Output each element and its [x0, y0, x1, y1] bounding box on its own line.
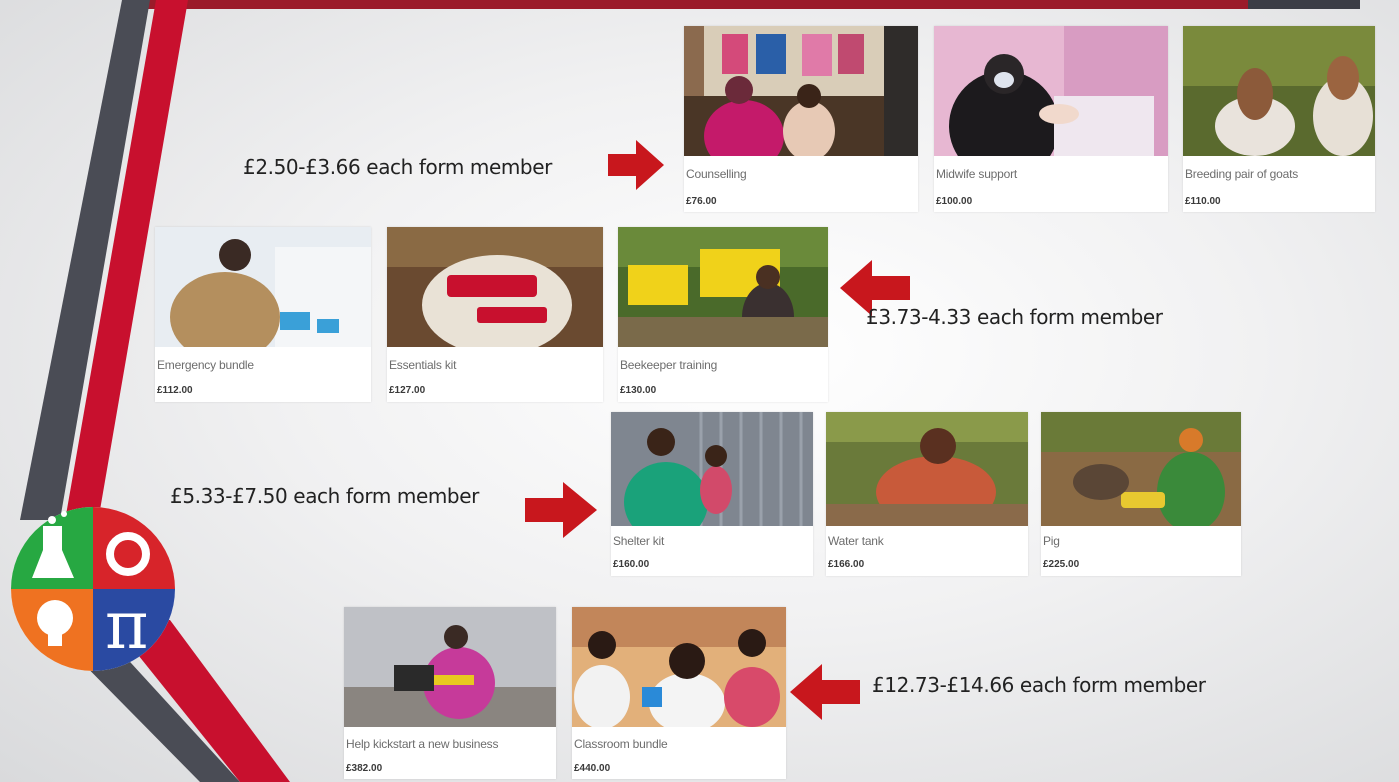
arrow-left-icon	[790, 664, 860, 720]
product-card-counselling[interactable]: Counselling £76.00	[684, 26, 918, 212]
product-image	[826, 412, 1028, 526]
top-accent-bar-dark	[1248, 0, 1360, 9]
product-image	[1183, 26, 1375, 156]
tier-4-label: £12.73-£14.66 each form member	[872, 673, 1206, 697]
stem-logo: π	[10, 506, 176, 672]
product-card-classroom-bundle[interactable]: Classroom bundle £440.00	[572, 607, 786, 779]
pi-icon: π	[105, 587, 148, 664]
product-image	[344, 607, 556, 727]
product-name: Breeding pair of goats	[1185, 167, 1299, 181]
product-image	[155, 227, 371, 347]
product-name: Midwife support	[936, 167, 1018, 181]
product-card-emergency-bundle[interactable]: Emergency bundle £112.00	[155, 227, 371, 402]
product-price: £225.00	[1043, 559, 1080, 570]
product-image	[618, 227, 828, 347]
product-card-breeding-pair-of-goats[interactable]: Breeding pair of goats £110.00	[1183, 26, 1375, 212]
product-price: £160.00	[613, 559, 650, 570]
tier-1-label: £2.50-£3.66 each form member	[243, 155, 552, 179]
product-card-midwife-support[interactable]: Midwife support £100.00	[934, 26, 1168, 212]
product-name: Classroom bundle	[574, 737, 668, 751]
product-price: £382.00	[346, 763, 383, 774]
product-name: Pig	[1043, 534, 1060, 548]
tier-3-label: £5.33-£7.50 each form member	[170, 484, 479, 508]
product-name: Beekeeper training	[620, 358, 718, 372]
product-card-pig[interactable]: Pig £225.00	[1041, 412, 1241, 576]
tier-2-label: £3.73-4.33 each form member	[866, 305, 1163, 329]
product-card-essentials-kit[interactable]: Essentials kit £127.00	[387, 227, 603, 402]
product-price: £112.00	[157, 385, 193, 396]
arrow-right-icon	[525, 482, 597, 538]
product-card-beekeeper-training[interactable]: Beekeeper training £130.00	[618, 227, 828, 402]
product-price: £100.00	[936, 196, 973, 207]
product-name: Shelter kit	[613, 534, 665, 548]
product-image	[572, 607, 786, 727]
product-price: £166.00	[828, 559, 865, 570]
product-price: £130.00	[620, 385, 657, 396]
product-price: £110.00	[1185, 196, 1221, 207]
product-name: Help kickstart a new business	[346, 737, 499, 751]
product-image	[1041, 412, 1241, 526]
product-image	[387, 227, 603, 347]
product-price: £76.00	[686, 196, 717, 207]
product-card-water-tank[interactable]: Water tank £166.00	[826, 412, 1028, 576]
top-accent-bar	[122, 0, 1248, 9]
product-name: Counselling	[686, 167, 747, 181]
product-image	[684, 26, 918, 156]
product-card-shelter-kit[interactable]: Shelter kit £160.00	[611, 412, 813, 576]
product-name: Water tank	[828, 534, 884, 548]
product-name: Essentials kit	[389, 358, 457, 372]
product-image	[611, 412, 813, 526]
product-price: £127.00	[389, 385, 426, 396]
arrow-right-icon	[608, 140, 664, 190]
product-price: £440.00	[574, 763, 611, 774]
product-name: Emergency bundle	[157, 358, 254, 372]
product-image	[934, 26, 1168, 156]
product-card-help-kickstart-a-new-business[interactable]: Help kickstart a new business £382.00	[344, 607, 556, 779]
